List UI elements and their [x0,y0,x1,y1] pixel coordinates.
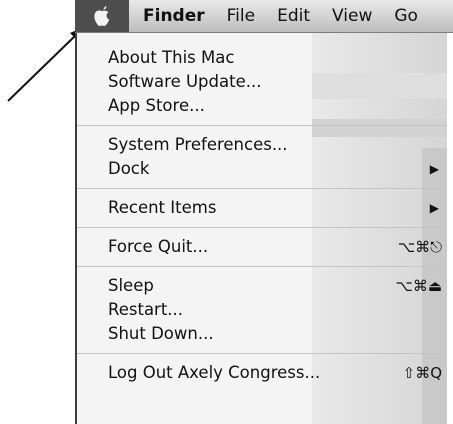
shortcut-log-out: ⇧⌘Q [402,364,442,382]
apple-menu-dropdown: About This Mac Software Update... App St… [75,33,447,424]
menubar-finder[interactable]: Finder [129,6,216,26]
menubar-view[interactable]: View [321,6,383,26]
menu-item-log-out[interactable]: Log Out Axely Congress... ⇧⌘Q [77,361,447,385]
submenu-arrow-icon: ▶ [429,201,439,215]
apple-logo-icon [94,6,110,26]
apple-menu-button[interactable] [75,0,129,32]
menu-separator [77,125,447,126]
menu-item-force-quit[interactable]: Force Quit... ⌥⌘⎋ [77,235,447,259]
submenu-arrow-icon: ▶ [429,162,439,176]
menu-separator [77,353,447,354]
menu-item-about-this-mac[interactable]: About This Mac [77,46,447,70]
menubar-go[interactable]: Go [383,6,429,26]
menubar-file[interactable]: File [216,6,266,26]
shortcut-sleep: ⌥⌘⏏ [395,277,442,295]
menu-item-restart[interactable]: Restart... [77,298,447,322]
menu-item-dock[interactable]: Dock ▶ [77,157,447,181]
menu-item-sleep[interactable]: Sleep ⌥⌘⏏ [77,274,447,298]
menu-item-software-update[interactable]: Software Update... [77,70,447,94]
menu-separator [77,227,447,228]
menu-item-app-store[interactable]: App Store... [77,94,447,118]
menu-item-system-preferences[interactable]: System Preferences... [77,133,447,157]
menu-separator [77,266,447,267]
menu-item-recent-items[interactable]: Recent Items ▶ [77,196,447,220]
menu-separator [77,188,447,189]
menubar-edit[interactable]: Edit [266,6,321,26]
shortcut-force-quit: ⌥⌘⎋ [397,238,442,256]
menu-bar: Finder File Edit View Go [75,0,453,33]
menu-item-shut-down[interactable]: Shut Down... [77,322,447,346]
